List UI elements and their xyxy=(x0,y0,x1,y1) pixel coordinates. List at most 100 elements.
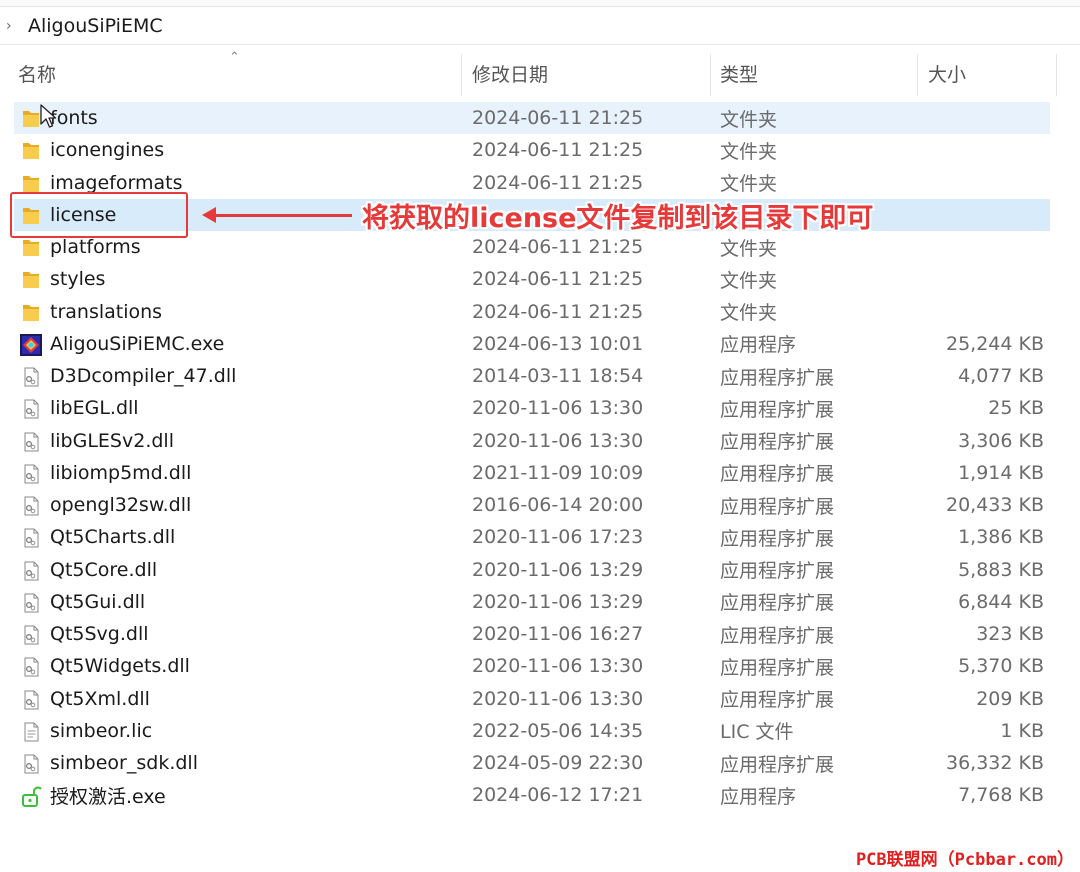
file-name-cell[interactable]: simbeor_sdk.dll xyxy=(14,747,454,779)
dll-icon xyxy=(20,753,42,775)
file-row[interactable]: libGLESv2.dll 2020-11-06 13:30 应用程序扩展 3,306… xyxy=(14,425,1050,457)
file-name-cell[interactable]: Qt5Charts.dll xyxy=(14,521,454,553)
file-type: 文件夹 xyxy=(720,237,778,260)
file-date: 2020-11-06 13:29 xyxy=(472,590,644,613)
file-row[interactable]: Qt5Core.dll 2020-11-06 13:29 应用程序扩展 5,883 K… xyxy=(14,554,1050,586)
file-name-cell[interactable]: Qt5Gui.dll xyxy=(14,586,454,618)
file-size: 36,332 KB xyxy=(945,752,1044,774)
app-exe-icon xyxy=(20,333,42,356)
folder-icon xyxy=(20,269,42,291)
file-row[interactable]: libEGL.dll 2020-11-06 13:30 应用程序扩展 25 KB xyxy=(14,392,1050,424)
file-type: 文件夹 xyxy=(720,108,778,131)
dll-icon xyxy=(20,463,42,485)
file-name: simbeor_sdk.dll xyxy=(50,752,198,774)
file-name: simbeor.lic xyxy=(50,719,153,742)
file-name-cell[interactable]: Qt5Svg.dll xyxy=(14,618,454,650)
file-name-cell[interactable]: fonts xyxy=(14,102,454,134)
file-name-cell[interactable]: styles xyxy=(14,263,454,295)
column-header-date[interactable]: 修改日期 xyxy=(472,48,702,98)
column-header-size[interactable]: 大小 xyxy=(928,48,1048,98)
file-row[interactable]: Qt5Gui.dll 2020-11-06 13:29 应用程序扩展 6,844 KB xyxy=(14,586,1050,618)
annotation-arrowhead xyxy=(202,207,216,223)
file-row[interactable]: 授权激活.exe 2024-06-12 17:21 应用程序 7,768 KB xyxy=(14,779,1050,811)
file-row[interactable]: simbeor.lic 2022-05-06 14:35 LIC 文件 1 KB xyxy=(14,715,1050,747)
breadcrumb-item[interactable]: AligouSiPiEMC xyxy=(28,15,163,37)
annotation-text: 将获取的license文件复制到该目录下即可 xyxy=(362,203,874,234)
file-name-cell[interactable]: iconengines xyxy=(14,134,454,166)
file-date: 2024-05-09 22:30 xyxy=(472,752,644,774)
column-header-type[interactable]: 类型 xyxy=(720,48,910,98)
file-row[interactable]: opengl32sw.dll 2016-06-14 20:00 应用程序扩展 20,4… xyxy=(14,489,1050,521)
file-type: 应用程序扩展 xyxy=(720,689,835,711)
file-name-cell[interactable]: Qt5Xml.dll xyxy=(14,683,454,715)
file-date: 2024-06-11 21:25 xyxy=(472,236,644,258)
file-name: Qt5Svg.dll xyxy=(50,623,149,645)
file-row[interactable]: Qt5Svg.dll 2020-11-06 16:27 应用程序扩展 323 KB xyxy=(14,618,1050,650)
file-size: 5,883 KB xyxy=(958,558,1044,581)
file-size: 25,244 KB xyxy=(945,332,1044,355)
file-name-cell[interactable]: libGLESv2.dll xyxy=(14,425,454,457)
file-type: 应用程序扩展 xyxy=(720,527,835,550)
file-type: 文件夹 xyxy=(720,140,778,163)
file-name-cell[interactable]: Qt5Widgets.dll xyxy=(14,650,454,682)
file-row[interactable]: libiomp5md.dll 2021-11-09 10:09 应用程序扩展 1,91… xyxy=(14,457,1050,489)
file-date: 2020-11-06 13:30 xyxy=(472,429,644,452)
file-size: 5,370 KB xyxy=(958,655,1044,678)
file-row[interactable]: translations 2024-06-11 21:25 文件夹 xyxy=(14,296,1050,328)
file-name-cell[interactable]: Qt5Core.dll xyxy=(14,554,454,586)
file-row[interactable]: Qt5Widgets.dll 2020-11-06 13:30 应用程序扩展 5,37… xyxy=(14,650,1050,682)
file-name: Qt5Widgets.dll xyxy=(50,655,190,678)
highlight-box xyxy=(10,192,188,238)
file-name-cell[interactable]: libEGL.dll xyxy=(14,392,454,424)
file-name: imageformats xyxy=(50,171,183,194)
folder-icon xyxy=(20,140,42,162)
dll-icon xyxy=(20,689,42,711)
text-file-icon xyxy=(20,721,42,743)
file-row[interactable]: Qt5Xml.dll 2020-11-06 13:30 应用程序扩展 209 KB xyxy=(14,683,1050,715)
file-name: translations xyxy=(50,300,163,323)
file-name-cell[interactable]: translations xyxy=(14,296,454,328)
file-row[interactable]: iconengines 2024-06-11 21:25 文件夹 xyxy=(14,134,1050,166)
file-name-cell[interactable]: opengl32sw.dll xyxy=(14,489,454,521)
dll-icon xyxy=(20,527,42,549)
folder-icon xyxy=(20,237,42,259)
file-row[interactable]: simbeor_sdk.dll 2024-05-09 22:30 应用程序扩展 36,… xyxy=(14,747,1050,779)
file-name: Qt5Gui.dll xyxy=(50,590,146,613)
file-date: 2020-11-06 13:30 xyxy=(472,397,644,420)
file-type: 文件夹 xyxy=(720,173,778,195)
file-date: 2020-11-06 13:29 xyxy=(472,558,644,581)
file-size: 209 KB xyxy=(976,687,1044,710)
chevron-right-icon[interactable]: › xyxy=(6,18,16,34)
file-type: 应用程序扩展 xyxy=(720,592,835,615)
file-name-cell[interactable]: AligouSiPiEMC.exe xyxy=(14,328,454,360)
file-name-cell[interactable]: D3Dcompiler_47.dll xyxy=(14,360,454,392)
file-row[interactable]: styles 2024-06-11 21:25 文件夹 xyxy=(14,263,1050,295)
column-header-name[interactable]: 名称 xyxy=(18,48,458,98)
file-type: 应用程序扩展 xyxy=(720,656,835,679)
file-row[interactable]: D3Dcompiler_47.dll 2014-03-11 18:54 应用程序扩展… xyxy=(14,360,1050,392)
file-type: 文件夹 xyxy=(720,269,778,292)
file-row[interactable]: AligouSiPiEMC.exe 2024-06-13 10:01 应用程序 25,… xyxy=(14,328,1050,360)
dll-icon xyxy=(20,431,42,453)
file-type: 应用程序扩展 xyxy=(720,366,835,389)
file-date: 2024-06-11 21:25 xyxy=(472,139,644,162)
file-date: 2020-11-06 17:23 xyxy=(472,526,644,549)
column-divider[interactable] xyxy=(917,54,918,96)
file-name-cell[interactable]: simbeor.lic xyxy=(14,715,454,747)
column-divider[interactable] xyxy=(1056,54,1057,96)
file-row[interactable]: Qt5Charts.dll 2020-11-06 17:23 应用程序扩展 1,386… xyxy=(14,521,1050,553)
file-name: Qt5Core.dll xyxy=(50,558,158,581)
file-date: 2014-03-11 18:54 xyxy=(472,365,644,387)
file-type: 应用程序扩展 xyxy=(720,624,835,647)
column-divider[interactable] xyxy=(461,54,462,96)
file-size: 323 KB xyxy=(976,623,1044,645)
file-type: 应用程序扩展 xyxy=(720,398,835,421)
dll-icon xyxy=(20,624,42,646)
file-name-cell[interactable]: libiomp5md.dll xyxy=(14,457,454,489)
file-date: 2020-11-06 13:30 xyxy=(472,655,644,678)
file-name: Qt5Charts.dll xyxy=(50,526,176,549)
file-row[interactable]: fonts 2024-06-11 21:25 文件夹 xyxy=(14,102,1050,134)
column-divider[interactable] xyxy=(710,54,711,96)
file-name-cell[interactable]: 授权激活.exe xyxy=(14,779,454,811)
file-type: 应用程序扩展 xyxy=(720,463,835,486)
